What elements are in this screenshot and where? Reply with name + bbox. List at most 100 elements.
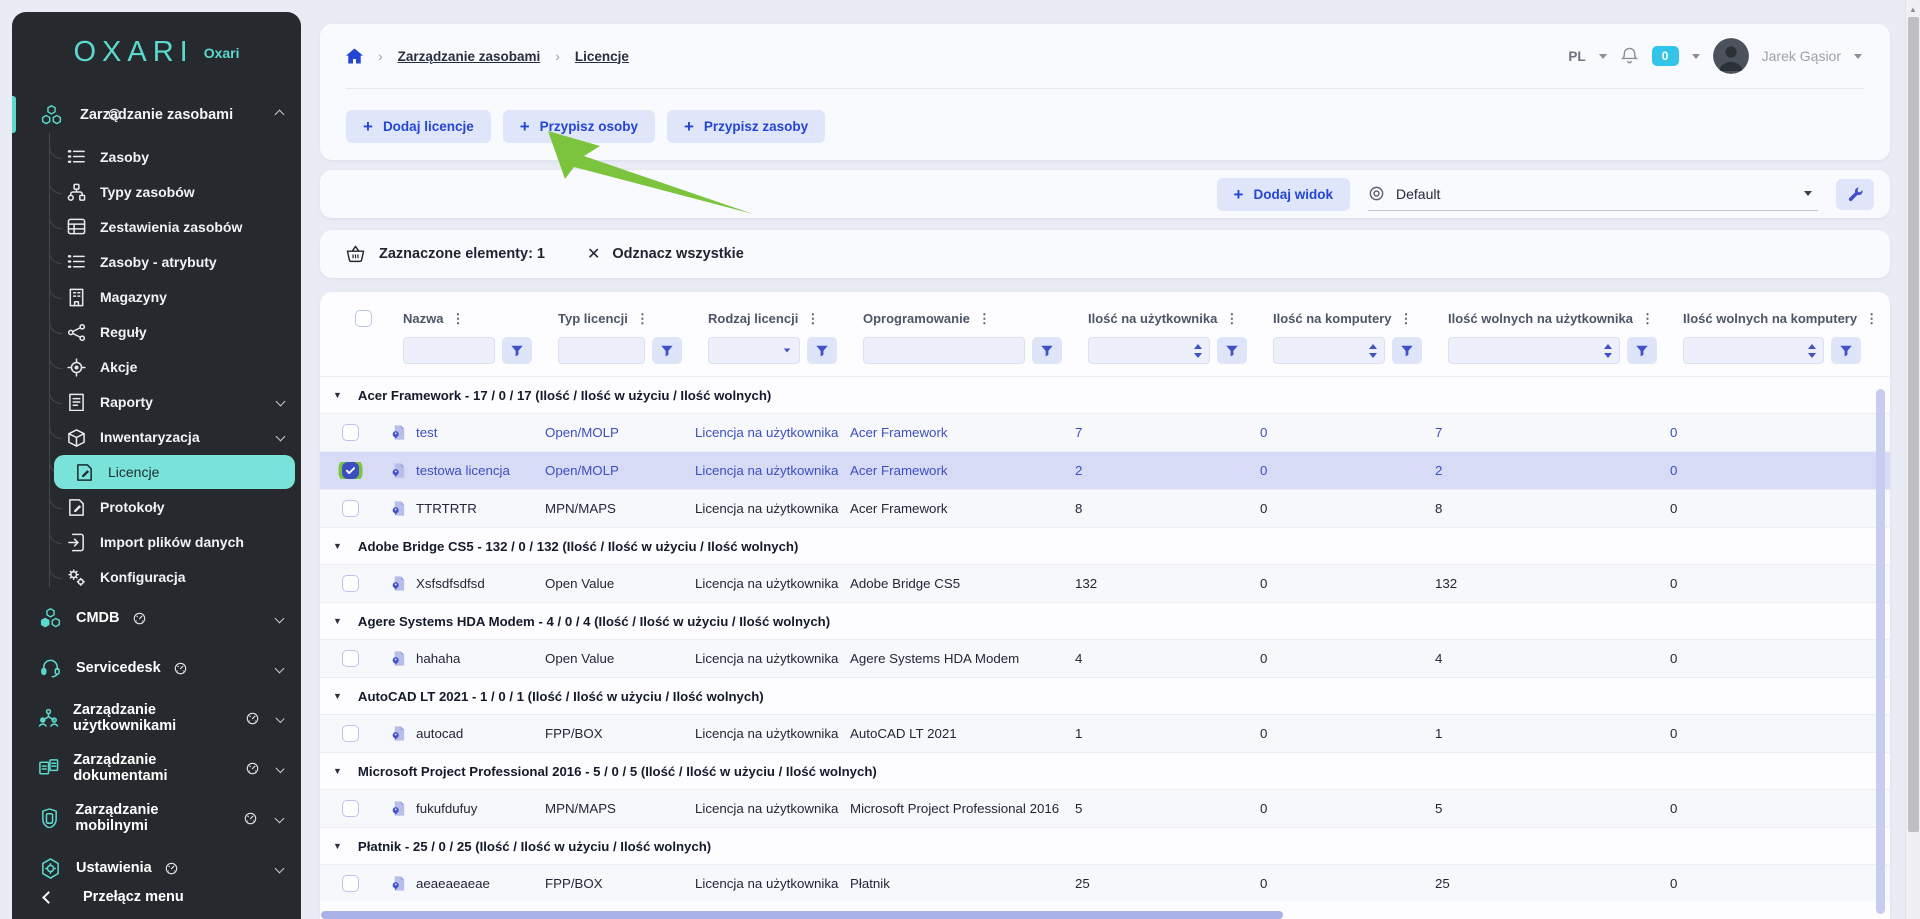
- column-menu-icon[interactable]: ⋮: [451, 311, 464, 327]
- column-header-5[interactable]: Ilość na komputery⋮: [1263, 311, 1438, 327]
- filter-funnel-button[interactable]: [652, 337, 682, 364]
- row-checkbox[interactable]: [342, 424, 359, 441]
- collapse-group-icon[interactable]: ▼: [333, 841, 342, 851]
- row-checkbox[interactable]: [342, 462, 359, 479]
- add-view-button[interactable]: + Dodaj widok: [1217, 178, 1350, 211]
- filter-input-4[interactable]: [1088, 337, 1210, 364]
- filter-input-2[interactable]: [708, 337, 800, 364]
- chevron-down-icon[interactable]: [275, 613, 285, 623]
- sidebar-item-konfiguracja[interactable]: Konfiguracja: [12, 560, 301, 595]
- chevron-down-icon[interactable]: [275, 663, 285, 673]
- table-row[interactable]: testowa licencjaOpen/MOLPLicencja na uży…: [320, 451, 1890, 489]
- filter-input-0[interactable]: [403, 337, 495, 364]
- chevron-up-icon[interactable]: [275, 110, 285, 120]
- sidebar-item-zarzadzanie-zasobami[interactable]: Zarządzanie zasobami: [12, 96, 301, 133]
- filter-input-3[interactable]: [863, 337, 1025, 364]
- view-select[interactable]: Default: [1368, 178, 1818, 211]
- horizontal-scrollbar-thumb[interactable]: [321, 911, 1283, 919]
- collapse-group-icon[interactable]: ▼: [333, 541, 342, 551]
- chevron-down-icon[interactable]: [1692, 54, 1700, 59]
- filter-funnel-button[interactable]: [1392, 337, 1422, 364]
- deselect-all-button[interactable]: ✕ Odznacz wszystkie: [587, 244, 744, 264]
- table-vertical-scrollbar[interactable]: [1876, 389, 1885, 914]
- column-header-7[interactable]: Ilość wolnych na komputery⋮: [1673, 311, 1877, 327]
- collapse-group-icon[interactable]: ▼: [333, 766, 342, 776]
- filter-input-5[interactable]: [1273, 337, 1385, 364]
- filter-input-6[interactable]: [1448, 337, 1620, 364]
- collapse-group-icon[interactable]: ▼: [333, 390, 342, 400]
- collapse-group-icon[interactable]: ▼: [333, 616, 342, 626]
- chevron-down-icon[interactable]: [275, 863, 285, 873]
- language-selector[interactable]: PL: [1568, 49, 1585, 64]
- group-row[interactable]: ▼Microsoft Project Professional 2016 - 5…: [320, 752, 1890, 789]
- chevron-down-icon[interactable]: [1599, 54, 1607, 59]
- column-settings-button[interactable]: [1836, 179, 1874, 210]
- group-row[interactable]: ▼Płatnik - 25 / 0 / 25 (Ilość / Ilość w …: [320, 827, 1890, 864]
- filter-funnel-button[interactable]: [807, 337, 837, 364]
- column-header-6[interactable]: Ilość wolnych na użytkownika⋮: [1438, 311, 1673, 327]
- menu-toggle[interactable]: Przełącz menu: [12, 875, 301, 919]
- column-menu-icon[interactable]: ⋮: [1399, 311, 1412, 327]
- column-menu-icon[interactable]: ⋮: [806, 311, 819, 327]
- column-menu-icon[interactable]: ⋮: [1865, 311, 1877, 327]
- license-name-link[interactable]: fukufdufuy: [380, 800, 535, 817]
- sidebar-item-servicedesk[interactable]: Servicedesk: [12, 643, 301, 693]
- license-name-link[interactable]: test: [380, 424, 535, 441]
- table-row[interactable]: autocadFPP/BOXLicencja na użytkownikaAut…: [320, 714, 1890, 752]
- add-license-button[interactable]: + Dodaj licencje: [346, 110, 491, 143]
- assign-assets-button[interactable]: + Przypisz zasoby: [667, 110, 825, 143]
- select-all-checkbox[interactable]: [355, 310, 372, 327]
- row-checkbox[interactable]: [342, 575, 359, 592]
- assign-people-button[interactable]: + Przypisz osoby: [503, 110, 655, 143]
- filter-funnel-button[interactable]: [502, 337, 532, 364]
- sidebar-item-cmdb[interactable]: CMDB: [12, 593, 301, 643]
- row-checkbox[interactable]: [342, 500, 359, 517]
- column-menu-icon[interactable]: ⋮: [636, 311, 649, 327]
- chevron-down-icon[interactable]: [1854, 54, 1862, 59]
- bell-icon[interactable]: [1620, 46, 1639, 66]
- column-menu-icon[interactable]: ⋮: [1641, 311, 1654, 327]
- number-stepper[interactable]: [1194, 344, 1202, 358]
- number-stepper[interactable]: [1808, 344, 1816, 358]
- column-header-1[interactable]: Typ licencji⋮: [548, 311, 698, 327]
- group-row[interactable]: ▼Agere Systems HDA Modem - 4 / 0 / 4 (Il…: [320, 602, 1890, 639]
- row-checkbox[interactable]: [342, 800, 359, 817]
- sidebar-item-zarządzanie-użytkownikami[interactable]: Zarządzanie użytkownikami: [12, 693, 301, 743]
- group-row[interactable]: ▼Adobe Bridge CS5 - 132 / 0 / 132 (Ilość…: [320, 527, 1890, 564]
- table-row[interactable]: TTRTRTRMPN/MAPSLicencja na użytkownikaAc…: [320, 489, 1890, 527]
- table-row[interactable]: hahahaOpen ValueLicencja na użytkownikaA…: [320, 639, 1890, 677]
- filter-funnel-button[interactable]: [1831, 337, 1861, 364]
- number-stepper[interactable]: [1604, 344, 1612, 358]
- filter-funnel-button[interactable]: [1627, 337, 1657, 364]
- breadcrumb-licencje[interactable]: Licencje: [575, 49, 629, 64]
- table-row[interactable]: XsfsdfsdfsdOpen ValueLicencja na użytkow…: [320, 564, 1890, 602]
- column-menu-icon[interactable]: ⋮: [1225, 311, 1238, 327]
- column-header-3[interactable]: Oprogramowanie⋮: [853, 311, 1078, 327]
- sidebar-item-zarządzanie-mobilnymi[interactable]: Zarządzanie mobilnymi: [12, 793, 301, 843]
- license-name-link[interactable]: hahaha: [380, 650, 535, 667]
- number-stepper[interactable]: [1369, 344, 1377, 358]
- chevron-down-icon[interactable]: [275, 813, 285, 823]
- column-header-2[interactable]: Rodzaj licencji⋮: [698, 311, 853, 327]
- notification-badge[interactable]: 0: [1652, 46, 1679, 66]
- chevron-down-icon[interactable]: [275, 713, 284, 722]
- scroll-up-arrow-icon[interactable]: ▲: [1909, 5, 1917, 14]
- column-menu-icon[interactable]: ⋮: [978, 311, 991, 327]
- breadcrumb-zarzadzanie-zasobami[interactable]: Zarządzanie zasobami: [398, 49, 541, 64]
- table-row[interactable]: testOpen/MOLPLicencja na użytkownikaAcer…: [320, 413, 1890, 451]
- group-row[interactable]: ▼Acer Framework - 17 / 0 / 17 (Ilość / I…: [320, 376, 1890, 413]
- filter-input-1[interactable]: [558, 337, 645, 364]
- table-row[interactable]: fukufdufuyMPN/MAPSLicencja na użytkownik…: [320, 789, 1890, 827]
- avatar[interactable]: [1713, 38, 1749, 74]
- sidebar-item-zarządzanie-dokumentami[interactable]: Zarządzanie dokumentami: [12, 743, 301, 793]
- table-row[interactable]: aeaeaeaeaeFPP/BOXLicencja na użytkownika…: [320, 864, 1890, 902]
- filter-funnel-button[interactable]: [1032, 337, 1062, 364]
- row-checkbox[interactable]: [342, 875, 359, 892]
- window-scrollbar-thumb[interactable]: [1908, 17, 1919, 832]
- license-name-link[interactable]: autocad: [380, 725, 535, 742]
- column-header-0[interactable]: Nazwa⋮: [393, 311, 548, 327]
- filter-funnel-button[interactable]: [1217, 337, 1247, 364]
- license-name-link[interactable]: aeaeaeaeae: [380, 875, 535, 892]
- collapse-group-icon[interactable]: ▼: [333, 691, 342, 701]
- group-row[interactable]: ▼AutoCAD LT 2021 - 1 / 0 / 1 (Ilość / Il…: [320, 677, 1890, 714]
